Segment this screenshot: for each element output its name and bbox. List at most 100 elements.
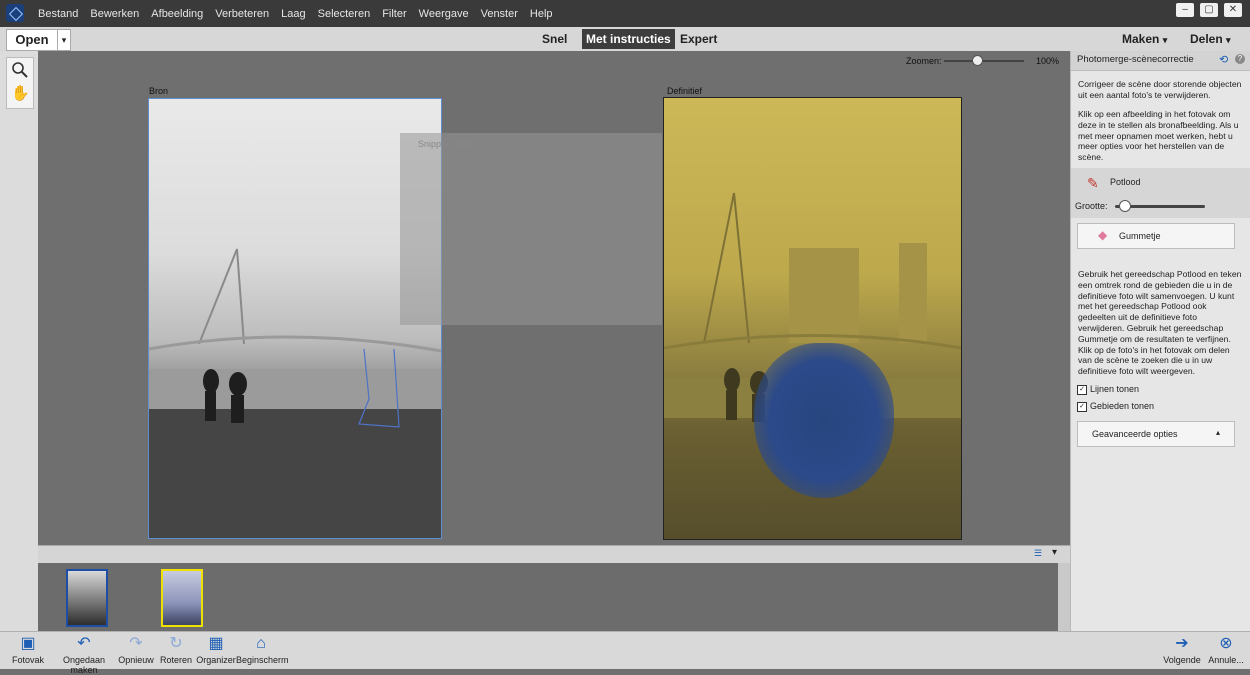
- snipping-tool-text: Snipping Tool: [418, 139, 472, 149]
- rotate-button[interactable]: ↻ Roteren: [158, 635, 194, 665]
- next-arrow-icon: ➔: [1175, 635, 1189, 652]
- reset-icon[interactable]: ⟲: [1219, 53, 1228, 66]
- menu-help[interactable]: Help: [524, 8, 559, 20]
- tools-panel: ✋: [0, 51, 39, 631]
- eraser-button[interactable]: ◆ Gummetje: [1077, 223, 1235, 249]
- window-controls: – ▢ ✕: [1176, 3, 1242, 17]
- photobin-label: Fotovak: [11, 655, 44, 665]
- home-button[interactable]: ⌂ Beginscherm: [236, 635, 289, 665]
- menu-weergave[interactable]: Weergave: [413, 8, 475, 20]
- redo-label: Opnieuw: [118, 655, 154, 665]
- rotate-icon: ↻: [169, 635, 183, 652]
- guided-panel: Photomerge-scènecorrectie ⟲ ? Corrigeer …: [1070, 51, 1250, 631]
- advanced-options-label: Geavanceerde opties: [1092, 429, 1178, 439]
- panel-help-text: Gebruik het gereedschap Potlood en teken…: [1078, 269, 1242, 377]
- show-lines-checkbox[interactable]: ✓ Lijnen tonen: [1077, 384, 1139, 395]
- source-label: Bron: [149, 86, 169, 96]
- organizer-button[interactable]: ▦ Organizer: [196, 635, 236, 665]
- maximize-icon[interactable]: ▢: [1200, 3, 1218, 17]
- open-button[interactable]: Open: [6, 29, 58, 51]
- close-icon[interactable]: ✕: [1224, 3, 1242, 17]
- menu-selecteren[interactable]: Selecteren: [312, 8, 377, 20]
- merged-region-highlight: [754, 343, 894, 498]
- zoom-tool-icon[interactable]: [11, 61, 29, 79]
- create-label: Maken: [1122, 32, 1160, 46]
- menu-verbeteren[interactable]: Verbeteren: [209, 8, 275, 20]
- create-menu[interactable]: Maken ▾: [1122, 29, 1167, 50]
- home-label: Beginscherm: [236, 655, 289, 665]
- panel-intro: Corrigeer de scène door storende objecte…: [1078, 79, 1242, 100]
- redo-icon: ↷: [129, 635, 143, 652]
- tab-guided[interactable]: Met instructies: [582, 29, 675, 49]
- source-image[interactable]: [148, 98, 442, 539]
- photo-bin: [38, 563, 1058, 631]
- photo-thumbnail-final[interactable]: [161, 569, 203, 627]
- panel-instruction: Klik op een afbeelding in het fotovak om…: [1078, 109, 1239, 163]
- final-image[interactable]: [663, 97, 962, 540]
- cancel-button[interactable]: ⊗ Annule...: [1206, 635, 1246, 665]
- checkbox-checked-icon: ✓: [1077, 384, 1087, 395]
- help-icon[interactable]: ?: [1235, 54, 1245, 64]
- zoom-value: 100%: [1036, 56, 1060, 66]
- eraser-label: Gummetje: [1119, 231, 1161, 241]
- size-label: Grootte:: [1075, 201, 1108, 211]
- chevron-up-icon: ▴: [1216, 428, 1221, 437]
- tab-quick[interactable]: Snel: [538, 29, 571, 49]
- undo-icon: ↶: [77, 635, 91, 652]
- tool-group: ✋: [6, 57, 34, 109]
- undo-label: Ongedaan maken: [62, 655, 106, 675]
- zoom-slider[interactable]: [944, 60, 1024, 62]
- next-label: Volgende: [1163, 655, 1201, 665]
- minimize-icon[interactable]: –: [1176, 3, 1194, 17]
- bottom-taskbar: ▣ Fotovak ↶ Ongedaan maken ↷ Opnieuw ↻ Roter…: [0, 631, 1250, 675]
- share-label: Delen: [1190, 32, 1223, 46]
- cancel-label: Annule...: [1208, 655, 1244, 665]
- final-label: Definitief: [667, 86, 703, 96]
- cancel-icon: ⊗: [1219, 635, 1233, 652]
- menu-bar: Bestand Bewerken Afbeelding Verbeteren L…: [0, 0, 1250, 27]
- menu-afbeelding[interactable]: Afbeelding: [145, 8, 209, 20]
- menu-bewerken[interactable]: Bewerken: [84, 8, 145, 20]
- rotate-label: Roteren: [159, 655, 193, 665]
- show-regions-checkbox[interactable]: ✓ Gebieden tonen: [1077, 401, 1154, 412]
- zoom-label: Zoomen:: [906, 56, 942, 66]
- pencil-tool-label[interactable]: Potlood: [1110, 177, 1141, 187]
- menu-bestand[interactable]: Bestand: [32, 8, 84, 20]
- hand-tool-icon[interactable]: ✋: [11, 85, 30, 103]
- organizer-label: Organizer: [196, 655, 236, 665]
- size-slider-handle[interactable]: [1119, 200, 1131, 212]
- panel-header: Photomerge-scènecorrectie ⟲ ?: [1071, 51, 1250, 71]
- checkbox-checked-icon: ✓: [1077, 401, 1087, 412]
- photo-bin-scrollbar[interactable]: [1058, 563, 1070, 631]
- advanced-options-button[interactable]: Geavanceerde opties ▴: [1077, 421, 1235, 447]
- menu-filter[interactable]: Filter: [376, 8, 412, 20]
- tab-expert[interactable]: Expert: [676, 29, 721, 49]
- chevron-down-icon[interactable]: ▾: [1052, 547, 1057, 558]
- show-lines-label: Lijnen tonen: [1090, 384, 1140, 394]
- menu-laag[interactable]: Laag: [275, 8, 311, 20]
- photobin-button[interactable]: ▣ Fotovak: [8, 635, 48, 665]
- app-logo-icon: [6, 4, 24, 22]
- bin-options-icon[interactable]: ☰: [1034, 548, 1042, 559]
- menu-items: Bestand Bewerken Afbeelding Verbeteren L…: [32, 0, 559, 27]
- zoom-slider-handle[interactable]: [972, 55, 983, 66]
- mode-toolbar: Open ▾ Snel Met instructies Expert Maken…: [0, 27, 1250, 52]
- home-icon: ⌂: [256, 635, 266, 652]
- share-menu[interactable]: Delen ▾: [1190, 29, 1231, 50]
- pencil-icon: ✎: [1087, 175, 1099, 191]
- next-button[interactable]: ➔ Volgende: [1162, 635, 1202, 665]
- photo-thumbnail-source[interactable]: [66, 569, 108, 627]
- menu-venster[interactable]: Venster: [475, 8, 524, 20]
- open-dropdown-icon[interactable]: ▾: [57, 29, 71, 51]
- snipping-tool-ghost: Snipping Tool: [400, 133, 662, 325]
- photo-bin-bar: ☰ ▾: [38, 545, 1070, 564]
- chevron-down-icon: ▾: [1226, 35, 1231, 45]
- organizer-icon: ▦: [208, 635, 224, 652]
- panel-title: Photomerge-scènecorrectie: [1077, 54, 1194, 65]
- photobin-icon: ▣: [20, 635, 36, 652]
- undo-button[interactable]: ↶ Ongedaan maken: [52, 635, 116, 675]
- eraser-icon: ◆: [1098, 228, 1108, 242]
- redo-button[interactable]: ↷ Opnieuw: [118, 635, 154, 665]
- show-regions-label: Gebieden tonen: [1090, 401, 1155, 411]
- chevron-down-icon: ▾: [1162, 35, 1168, 45]
